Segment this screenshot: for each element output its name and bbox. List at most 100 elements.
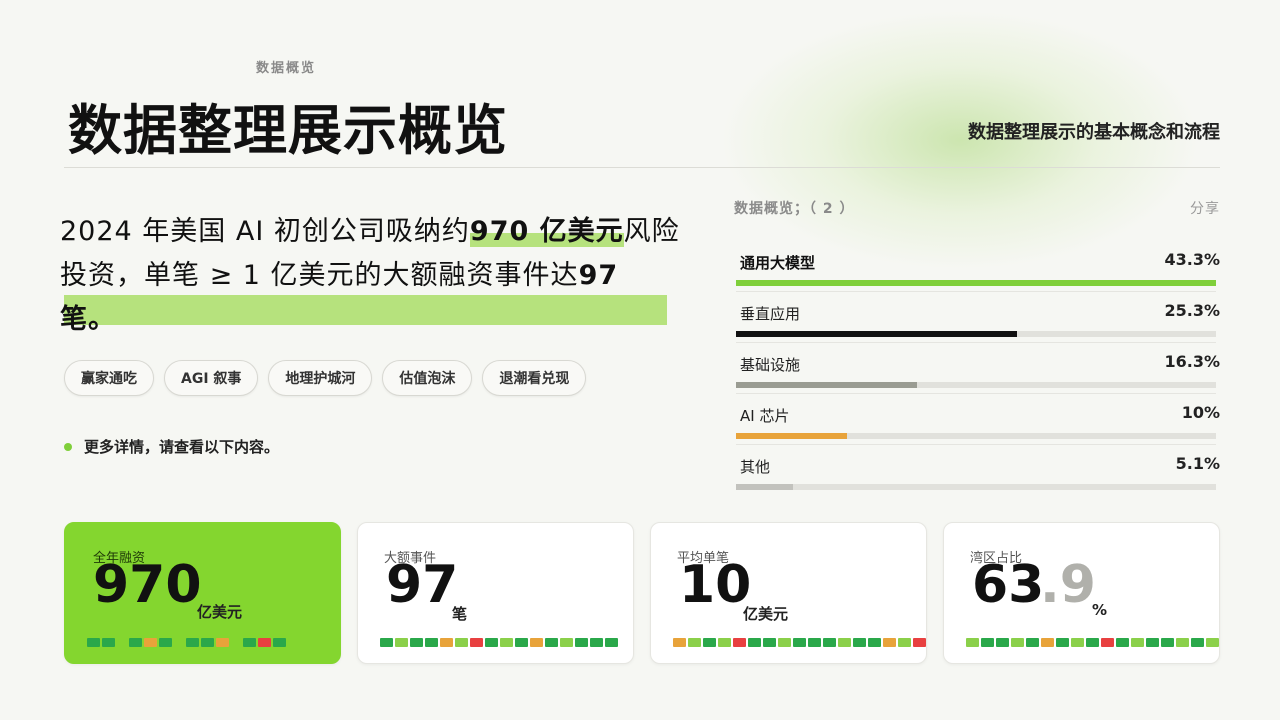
status-square — [733, 638, 746, 647]
category-row[interactable]: 垂直应用 25.3% — [734, 291, 1220, 342]
category-value: 16.3% — [1164, 352, 1220, 371]
progress-fill — [736, 382, 917, 388]
status-square — [673, 638, 686, 647]
more-details-note: 更多详情，请查看以下内容。 — [64, 436, 279, 457]
category-label: 通用大模型 — [740, 254, 816, 272]
status-square — [425, 638, 438, 647]
progress-track — [736, 433, 1216, 439]
lead-text-1: 2024 年美国 AI 初创公司吸纳约 — [60, 216, 470, 247]
status-square — [605, 638, 618, 647]
status-square — [1116, 638, 1129, 647]
category-label: AI 芯片 — [740, 407, 790, 425]
tag-chip[interactable]: 地理护城河 — [268, 360, 373, 396]
stat-card: 全年融资 970 亿美元 — [64, 522, 341, 664]
share-link[interactable]: 分享 — [1190, 198, 1220, 218]
lead-highlight-amount: 970 亿美元 — [469, 216, 624, 247]
status-square — [117, 638, 127, 647]
status-square — [1101, 638, 1114, 647]
status-square — [1131, 638, 1144, 647]
tag-chip[interactable]: 估值泡沫 — [382, 360, 473, 396]
status-square — [273, 638, 286, 647]
status-square — [996, 638, 1009, 647]
status-square — [216, 638, 229, 647]
status-square — [966, 638, 979, 647]
status-square — [1191, 638, 1204, 647]
category-rows: 通用大模型 43.3% 垂直应用 25.3% 基础设施 16.3% AI 芯片 10% 其他 5.… — [734, 240, 1220, 495]
status-square — [485, 638, 498, 647]
progress-track — [736, 382, 1216, 388]
note-text: 更多详情，请查看以下内容。 — [84, 438, 280, 456]
status-square — [144, 638, 157, 647]
progress-track — [736, 331, 1216, 337]
status-square — [395, 638, 408, 647]
status-square — [515, 638, 528, 647]
row-divider — [736, 342, 1216, 343]
status-square — [981, 638, 994, 647]
status-square — [1146, 638, 1159, 647]
status-square — [718, 638, 731, 647]
status-square — [174, 638, 184, 647]
header-divider — [64, 167, 1220, 168]
status-square — [1086, 638, 1099, 647]
lead-paragraph: 2024 年美国 AI 初创公司吸纳约970 亿美元风险投资，单笔 ≥ 1 亿美… — [60, 210, 680, 342]
status-square — [410, 638, 423, 647]
tag-chip[interactable]: 赢家通吃 — [64, 360, 154, 396]
status-square — [763, 638, 776, 647]
status-square — [1161, 638, 1174, 647]
status-square — [1206, 638, 1219, 647]
category-label: 其他 — [740, 458, 771, 476]
page-subtitle: 数据整理展示的基本概念和流程 — [968, 122, 1220, 143]
category-row[interactable]: 基础设施 16.3% — [734, 342, 1220, 393]
stat-unit: 亿美元 — [743, 605, 789, 623]
status-square — [688, 638, 701, 647]
stat-card: 湾区占比 63.9% — [943, 522, 1220, 664]
tag-chip[interactable]: AGI 叙事 — [164, 360, 259, 396]
panel-header: 数据概览；（ 2 ） 分享 — [734, 198, 1220, 218]
row-divider — [736, 444, 1216, 445]
stat-cards: 全年融资 970 亿美元 大额事件 97 笔平均单笔 10 亿美元 湾区占比 63.9% — [64, 522, 1220, 664]
status-squares — [87, 638, 286, 647]
status-square — [838, 638, 851, 647]
stat-unit: 笔 — [452, 605, 468, 623]
status-square — [201, 638, 214, 647]
status-square — [1071, 638, 1084, 647]
status-squares — [673, 638, 926, 647]
status-square — [1026, 638, 1039, 647]
tag-chip[interactable]: 退潮看兑现 — [482, 360, 587, 396]
status-square — [883, 638, 896, 647]
category-value: 10% — [1181, 403, 1220, 422]
status-square — [243, 638, 256, 647]
progress-fill — [736, 331, 1017, 337]
stat-unit: % — [1092, 601, 1108, 619]
status-square — [129, 638, 142, 647]
status-square — [913, 638, 926, 647]
status-square — [590, 638, 603, 647]
eyebrow-label: 数据概览 — [256, 61, 317, 76]
category-value: 5.1% — [1175, 454, 1220, 473]
status-square — [258, 638, 271, 647]
stat-number: 97 — [386, 555, 459, 615]
status-square — [1041, 638, 1054, 647]
status-square — [440, 638, 453, 647]
stat-card: 大额事件 97 笔 — [357, 522, 634, 664]
status-square — [778, 638, 791, 647]
status-square — [455, 638, 468, 647]
status-square — [868, 638, 881, 647]
progress-fill — [736, 484, 793, 490]
status-square — [545, 638, 558, 647]
status-square — [231, 638, 241, 647]
lead-text-3: 。 — [88, 304, 116, 335]
status-square — [853, 638, 866, 647]
status-square — [159, 638, 172, 647]
status-square — [87, 638, 100, 647]
category-row[interactable]: 其他 5.1% — [734, 444, 1220, 495]
status-square — [186, 638, 199, 647]
progress-track — [736, 280, 1216, 286]
category-label: 垂直应用 — [740, 305, 801, 323]
category-row[interactable]: AI 芯片 10% — [734, 393, 1220, 444]
status-square — [748, 638, 761, 647]
category-value: 43.3% — [1164, 250, 1220, 269]
row-divider — [736, 291, 1216, 292]
status-square — [703, 638, 716, 647]
category-row[interactable]: 通用大模型 43.3% — [734, 240, 1220, 291]
